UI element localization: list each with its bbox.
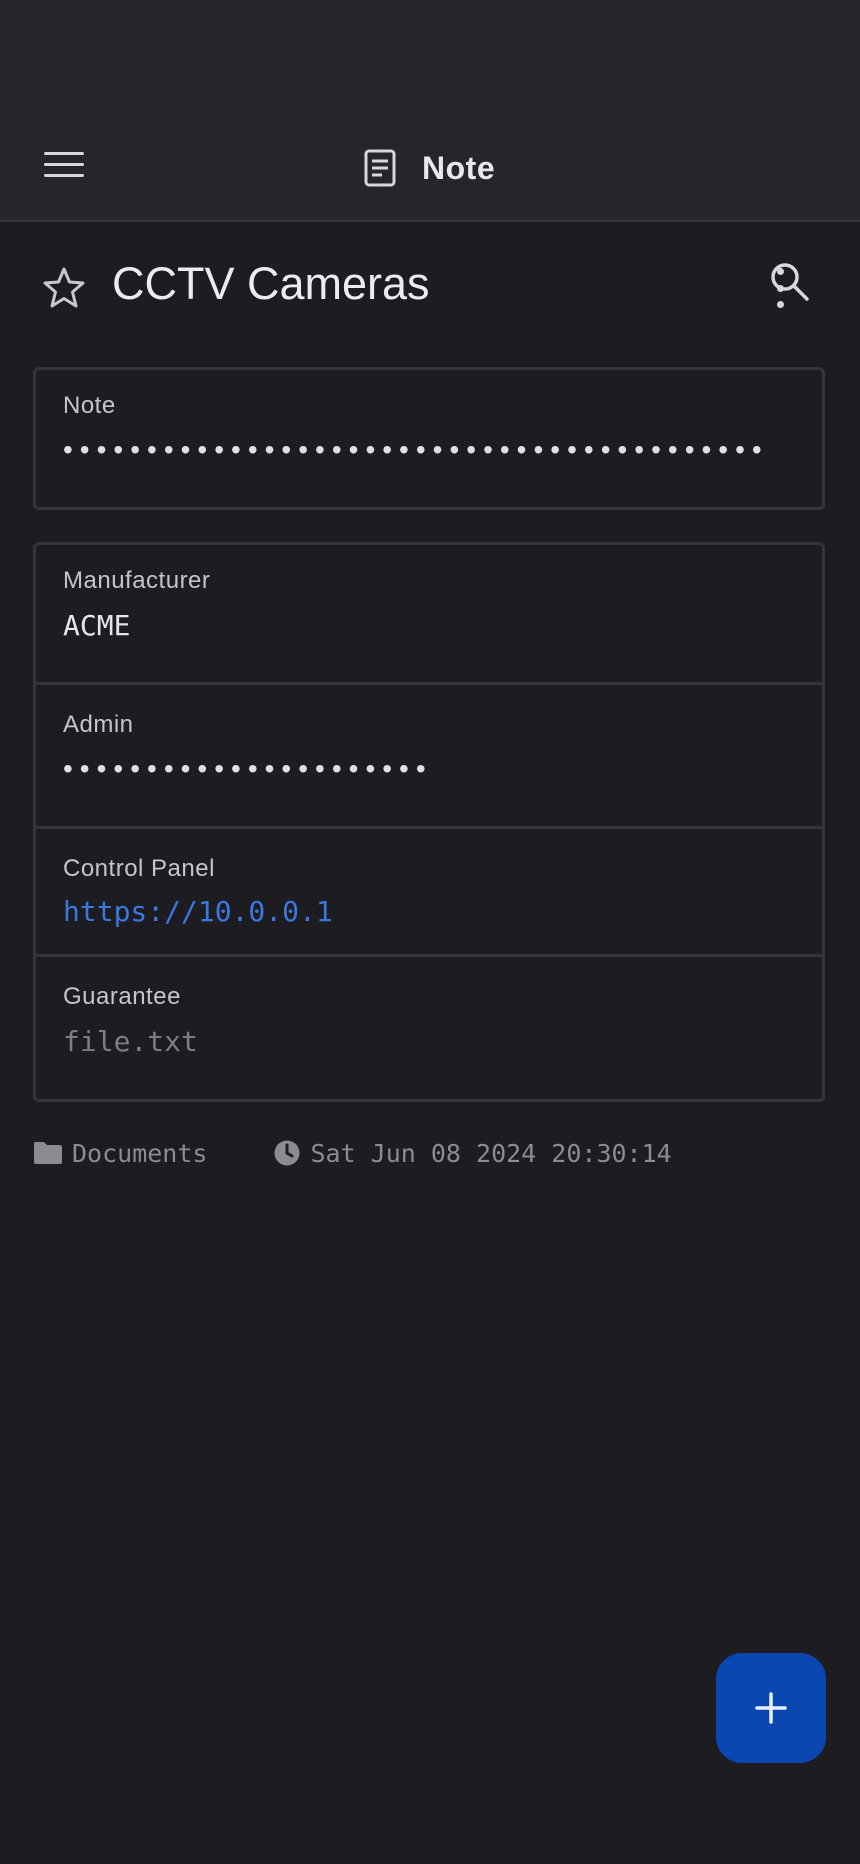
divider — [36, 826, 822, 829]
menu-button[interactable] — [40, 146, 88, 186]
field-label: Note — [63, 392, 116, 419]
more-options-button[interactable] — [760, 264, 800, 312]
note-title: CCTV Cameras — [112, 258, 430, 309]
note-meta: Documents Sat Jun 08 2024 20:30:14 — [33, 1133, 672, 1173]
field-manufacturer[interactable]: Manufacturer ACME — [36, 567, 822, 642]
attachment-link[interactable]: file.txt — [63, 1025, 822, 1058]
folder-name[interactable]: Documents — [72, 1139, 207, 1168]
plus-icon — [755, 1692, 787, 1724]
note-header: CCTV Cameras — [0, 250, 860, 322]
clock-icon — [274, 1140, 300, 1166]
note-card: Note •••••••••••••••••••••••••••••••••••… — [33, 367, 825, 510]
hidden-note-value: ••••••••••••••••••••••••••••••••••••••••… — [63, 434, 769, 465]
hidden-field-value: •••••••••••••••••••••• — [63, 753, 433, 784]
field-value: ACME — [63, 609, 131, 642]
note-icon — [364, 149, 396, 187]
add-button[interactable] — [716, 1653, 826, 1763]
status-bar-area — [0, 0, 860, 110]
field-guarantee: Guarantee file.txt — [36, 983, 822, 1058]
modified-timestamp: Sat Jun 08 2024 20:30:14 — [310, 1138, 672, 1168]
fields-card: Manufacturer ACME Admin ••••••••••••••••… — [33, 542, 825, 1102]
kebab-dot — [776, 301, 784, 308]
favorite-button[interactable] — [40, 264, 88, 312]
kebab-dot — [776, 268, 784, 275]
field-admin[interactable]: Admin •••••••••••••••••••••• — [36, 711, 822, 785]
note-field[interactable]: Note •••••••••••••••••••••••••••••••••••… — [36, 392, 822, 466]
field-label: Guarantee — [63, 983, 181, 1010]
folder-icon — [34, 1142, 62, 1164]
field-label: Control Panel — [63, 855, 215, 882]
field-label: Manufacturer — [63, 567, 211, 594]
kebab-dot — [776, 284, 784, 292]
app-bar: Note — [0, 110, 860, 301]
control-panel-link[interactable]: https://10.0.0.1 — [63, 895, 822, 928]
star-icon — [43, 267, 85, 308]
field-label: Admin — [63, 711, 134, 738]
divider — [36, 954, 822, 957]
divider — [36, 682, 822, 685]
app-bar-title: Note — [422, 149, 496, 186]
app-bar-title-group: Note — [360, 146, 495, 190]
field-control-panel: Control Panel https://10.0.0.1 — [36, 855, 822, 928]
